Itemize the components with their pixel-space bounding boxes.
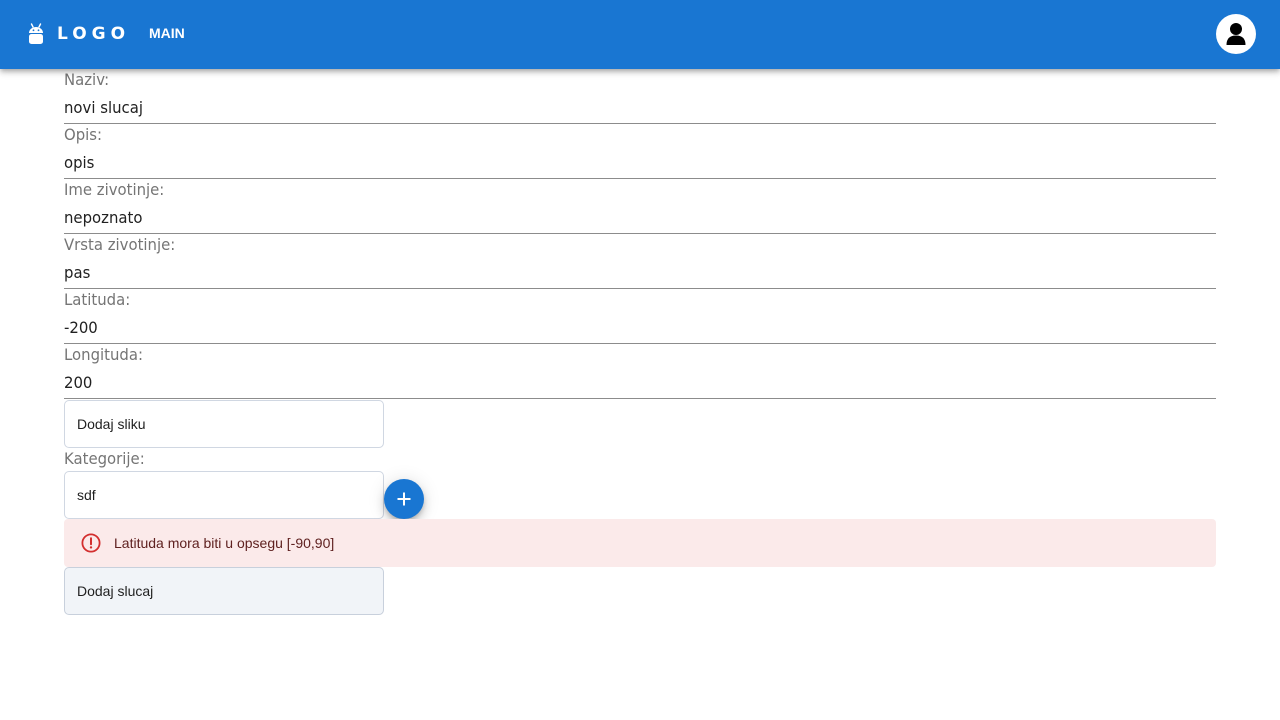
longituda-field[interactable]: Longituda: 200 (64, 344, 1216, 399)
vrsta-zivotinje-value[interactable]: pas (64, 262, 90, 284)
naziv-value[interactable]: novi slucaj (64, 97, 143, 119)
categories-label: Kategorije: (64, 449, 145, 468)
vrsta-zivotinje-label: Vrsta zivotinje: (64, 235, 176, 254)
add-image-button[interactable]: Dodaj sliku (64, 400, 384, 448)
longituda-label: Longituda: (64, 345, 143, 364)
longituda-value[interactable]: 200 (64, 372, 92, 394)
user-icon (1226, 23, 1246, 45)
opis-label: Opis: (64, 125, 103, 144)
category-input[interactable]: sdf (64, 471, 384, 519)
app-bar: LOGO MAIN (0, 0, 1280, 69)
error-alert: Latituda mora biti u opsegu [-90,90] (64, 519, 1216, 567)
error-outline-icon (81, 533, 101, 553)
naziv-label: Naziv: (64, 70, 110, 89)
vrsta-zivotinje-field[interactable]: Vrsta zivotinje: pas (64, 234, 1216, 289)
ime-zivotinje-label: Ime zivotinje: (64, 180, 165, 199)
opis-value[interactable]: opis (64, 152, 94, 174)
latituda-label: Latituda: (64, 290, 131, 309)
naziv-field[interactable]: Naziv: novi slucaj (64, 69, 1216, 124)
ime-zivotinje-value[interactable]: nepoznato (64, 207, 142, 229)
submit-case-button[interactable]: Dodaj slucaj (64, 567, 384, 615)
add-category-button[interactable] (384, 479, 424, 519)
android-icon (27, 22, 45, 46)
plus-icon (397, 492, 411, 506)
brand-logo: LOGO (57, 24, 131, 44)
nav-main-button[interactable]: MAIN (142, 20, 192, 46)
opis-field[interactable]: Opis: opis (64, 124, 1216, 179)
error-message: Latituda mora biti u opsegu [-90,90] (114, 535, 335, 551)
latituda-field[interactable]: Latituda: -200 (64, 289, 1216, 344)
ime-zivotinje-field[interactable]: Ime zivotinje: nepoznato (64, 179, 1216, 234)
latituda-value[interactable]: -200 (64, 317, 98, 339)
avatar[interactable] (1216, 14, 1256, 54)
